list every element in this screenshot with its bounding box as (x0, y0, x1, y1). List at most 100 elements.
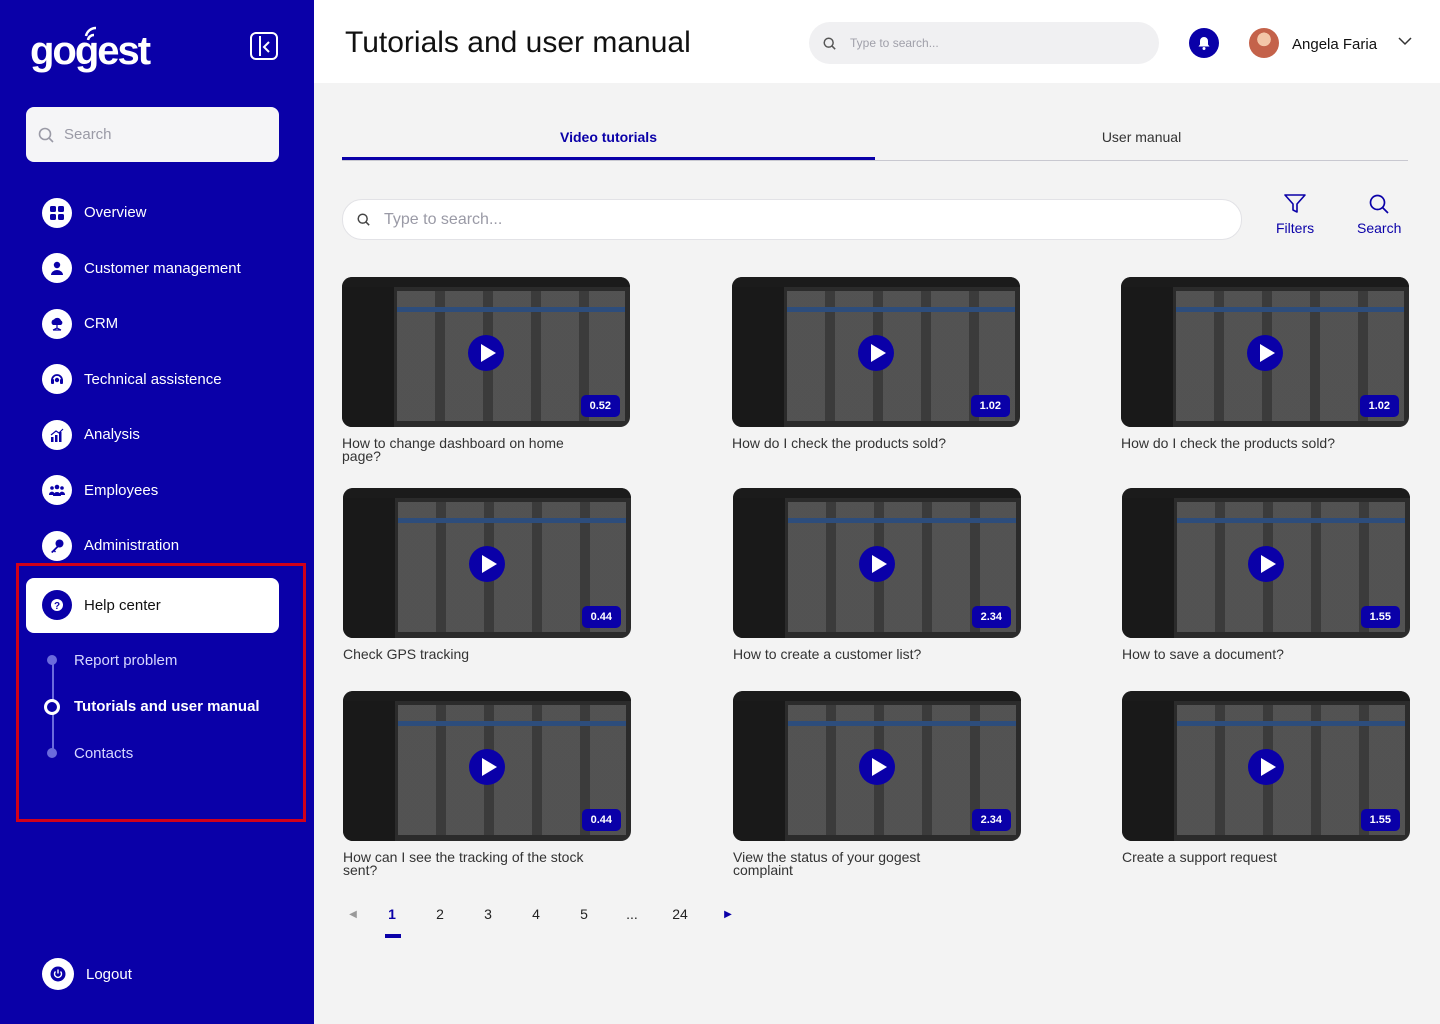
video-title[interactable]: How do I check the products sold? (1121, 436, 1371, 450)
page-link[interactable]: 3 (464, 906, 512, 922)
collapse-sidebar-icon[interactable] (250, 32, 278, 60)
chevron-down-icon[interactable] (1398, 37, 1412, 46)
search-label: Search (1357, 220, 1402, 236)
submenu-item-tutorials[interactable]: Tutorials and user manual (40, 684, 300, 731)
video-title[interactable]: How to change dashboard on home page? (342, 436, 592, 463)
video-title[interactable]: View the status of your gogest complaint (733, 850, 983, 877)
video-thumbnail[interactable]: 2.34 (733, 691, 1021, 841)
avatar[interactable] (1249, 28, 1279, 58)
video-card[interactable]: 1.02 How do I check the products sold? (1121, 277, 1409, 450)
sidebar-item-technical-assistence[interactable]: Technical assistence (26, 352, 279, 408)
video-thumbnail[interactable]: 0.44 (343, 691, 631, 841)
video-card[interactable]: 2.34 How to create a customer list? (733, 488, 1021, 661)
submenu-item-label: Tutorials and user manual (74, 698, 260, 716)
content-tabs: Video tutorials User manual (342, 117, 1408, 161)
play-icon[interactable] (859, 546, 895, 582)
next-page-icon[interactable]: ▶ (704, 909, 752, 920)
page-ellipsis: ... (626, 906, 638, 922)
submenu-bullet (44, 698, 60, 715)
search-icon (1369, 194, 1389, 214)
user-icon (42, 253, 72, 284)
video-card[interactable]: 2.34 View the status of your gogest comp… (733, 691, 1021, 877)
video-title[interactable]: Check GPS tracking (343, 647, 593, 661)
page-link[interactable]: 4 (512, 906, 560, 922)
video-title[interactable]: How to create a customer list? (733, 647, 983, 661)
video-card[interactable]: 1.55 How to save a document? (1122, 488, 1410, 661)
play-icon[interactable] (859, 749, 895, 785)
video-thumbnail[interactable]: 0.52 (342, 277, 630, 427)
sidebar-item-crm[interactable]: CRM (26, 296, 279, 352)
video-card[interactable]: 0.52 How to change dashboard on home pag… (342, 277, 630, 463)
search-icon (38, 127, 54, 143)
search-button[interactable]: Search (1357, 194, 1401, 236)
grid-icon (42, 197, 72, 228)
page-link[interactable]: 2 (416, 906, 464, 922)
sidebar-item-label: Technical assistence (84, 370, 222, 388)
sidebar-item-label: Overview (84, 204, 147, 222)
notifications-bell-icon[interactable] (1189, 28, 1219, 58)
video-thumbnail[interactable]: 0.44 (343, 488, 631, 638)
video-thumbnail[interactable]: 1.55 (1122, 691, 1410, 841)
search-icon (823, 36, 836, 50)
video-card[interactable]: 0.44 How can I see the tracking of the s… (343, 691, 631, 877)
sidebar-item-label: Customer management (84, 259, 241, 277)
search-icon (357, 213, 370, 226)
duration-badge: 2.34 (971, 606, 1011, 628)
play-icon[interactable] (469, 749, 505, 785)
play-icon[interactable] (1248, 749, 1284, 785)
filters-label: Filters (1276, 220, 1315, 236)
header-search-placeholder: Type to search... (850, 36, 939, 50)
key-icon (42, 530, 72, 561)
chart-icon (42, 419, 72, 450)
duration-badge: 1.55 (1360, 809, 1400, 831)
page-title: Tutorials and user manual (345, 26, 691, 59)
play-icon[interactable] (469, 546, 505, 582)
sidebar-item-analysis[interactable]: Analysis (26, 407, 279, 463)
filter-icon (1284, 194, 1306, 213)
logout-label: Logout (86, 965, 132, 983)
video-thumbnail[interactable]: 1.02 (1121, 277, 1409, 427)
submenu-bullet (47, 655, 57, 666)
sidebar-item-customer-management[interactable]: Customer management (26, 241, 279, 297)
submenu-item-label: Report problem (74, 651, 178, 669)
video-card[interactable]: 0.44 Check GPS tracking (343, 488, 631, 661)
tab-video-tutorials[interactable]: Video tutorials (342, 117, 875, 160)
tab-user-manual[interactable]: User manual (875, 117, 1408, 160)
logout-button[interactable]: Logout (42, 958, 132, 990)
people-icon (42, 475, 72, 506)
play-icon[interactable] (468, 335, 504, 371)
sidebar-search-input[interactable]: Search (26, 107, 279, 162)
video-title[interactable]: Create a support request (1122, 850, 1372, 864)
video-card[interactable]: 1.02 How do I check the products sold? (732, 277, 1020, 450)
duration-badge: 0.44 (581, 606, 621, 628)
video-title[interactable]: How to save a document? (1122, 647, 1372, 661)
video-title[interactable]: How can I see the tracking of the stock … (343, 850, 593, 877)
submenu-bullet (47, 748, 57, 759)
page-link[interactable]: 1 (368, 906, 416, 938)
sidebar-item-label: Employees (84, 481, 159, 499)
play-icon[interactable] (1248, 546, 1284, 582)
sidebar-item-employees[interactable]: Employees (26, 463, 279, 519)
video-search-input[interactable]: Type to search... (342, 199, 1242, 240)
page-link[interactable]: 5 (560, 906, 608, 922)
play-icon[interactable] (1247, 335, 1283, 371)
submenu-item-contacts[interactable]: Contacts (40, 730, 300, 777)
video-title[interactable]: How do I check the products sold? (732, 436, 982, 450)
page-link[interactable]: 24 (656, 906, 704, 922)
submenu-item-report-problem[interactable]: Report problem (40, 637, 300, 684)
gogest-logo[interactable]: gogest (30, 24, 175, 78)
video-thumbnail[interactable]: 1.55 (1122, 488, 1410, 638)
sidebar-item-overview[interactable]: Overview (26, 185, 279, 241)
play-icon[interactable] (858, 335, 894, 371)
prev-page-icon[interactable]: ◀ (338, 909, 368, 920)
video-thumbnail[interactable]: 1.02 (732, 277, 1020, 427)
header-search-input[interactable]: Type to search... (809, 22, 1159, 64)
filters-button[interactable]: Filters (1276, 194, 1314, 236)
video-thumbnail[interactable]: 2.34 (733, 488, 1021, 638)
duration-badge: 1.02 (1359, 395, 1399, 417)
sidebar-search-placeholder: Search (64, 126, 112, 143)
user-name[interactable]: Angela Faria (1292, 36, 1377, 53)
video-card[interactable]: 1.55 Create a support request (1122, 691, 1410, 864)
sidebar-item-label: Administration (84, 537, 180, 555)
video-search-placeholder: Type to search... (384, 210, 503, 228)
